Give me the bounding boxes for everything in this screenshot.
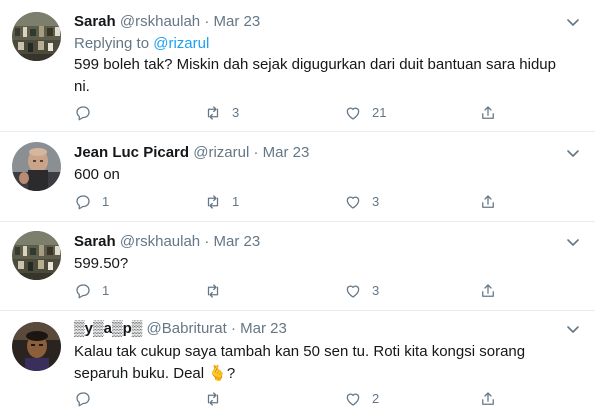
share-button[interactable] (479, 192, 497, 212)
handle[interactable]: @rskhaulah (120, 233, 200, 250)
like-button[interactable]: 3 (344, 281, 379, 301)
retweet-button[interactable]: 3 (204, 103, 239, 123)
action-bar: 2 (74, 389, 514, 409)
tweet-header: Sarah @rskhaulah · Mar 23 (74, 232, 260, 252)
more-options-chevron-icon[interactable] (565, 321, 581, 337)
reply-icon (76, 195, 90, 210)
heart-icon (346, 196, 360, 209)
tweet[interactable]: ▒y▒a▒p▒ @Babriturat · Mar 23 Kalau tak c… (0, 311, 595, 416)
replying-to: Replying to @rizarul (74, 34, 209, 54)
handle[interactable]: @rizarul (193, 144, 249, 161)
avatar[interactable] (12, 12, 61, 61)
retweet-icon (207, 106, 219, 120)
share-button[interactable] (479, 103, 497, 123)
reply-button[interactable] (74, 103, 102, 123)
share-icon (482, 195, 494, 208)
retweet-icon (207, 284, 219, 298)
display-name[interactable]: Sarah (74, 13, 116, 30)
retweet-count: 1 (232, 194, 240, 209)
action-bar: 1 1 3 (74, 192, 514, 212)
share-button[interactable] (479, 389, 497, 409)
reply-count: 1 (102, 283, 110, 298)
tweet[interactable]: Sarah @rskhaulah · Mar 23 599.50? 1 3 (0, 222, 595, 311)
timestamp[interactable]: Mar 23 (240, 320, 287, 337)
tweet-text: 600 on (74, 166, 120, 183)
heart-icon (346, 285, 360, 298)
tweet[interactable]: Jean Luc Picard @rizarul · Mar 23 600 on… (0, 132, 595, 222)
share-icon (482, 106, 494, 119)
retweet-button[interactable] (204, 281, 232, 301)
retweet-count: 3 (232, 105, 240, 120)
like-button[interactable]: 2 (344, 389, 379, 409)
like-count: 21 (372, 105, 387, 120)
like-button[interactable]: 3 (344, 192, 379, 212)
more-options-chevron-icon[interactable] (565, 14, 581, 30)
crowd-photo-avatar (12, 231, 61, 280)
like-count: 2 (372, 391, 380, 406)
tweet-header: ▒y▒a▒p▒ @Babriturat · Mar 23 (74, 319, 287, 339)
share-button[interactable] (479, 281, 497, 301)
reply-icon (76, 106, 90, 121)
separator: · (204, 233, 210, 250)
timestamp[interactable]: Mar 23 (263, 144, 310, 161)
tweet-text: 599.50? (74, 255, 129, 272)
crowd-photo-avatar (12, 12, 61, 61)
retweet-button[interactable]: 1 (204, 192, 239, 212)
reply-button[interactable]: 1 (74, 192, 109, 212)
more-options-chevron-icon[interactable] (565, 145, 581, 161)
reply-icon (76, 392, 90, 407)
avatar[interactable] (12, 322, 61, 371)
like-button[interactable]: 21 (344, 103, 386, 123)
reply-icon (76, 284, 90, 299)
action-bar: 3 21 (74, 103, 514, 123)
tweet-header: Sarah @rskhaulah · Mar 23 (74, 12, 260, 32)
reply-button[interactable] (74, 389, 102, 409)
reply-button[interactable]: 1 (74, 281, 109, 301)
timestamp[interactable]: Mar 23 (214, 13, 261, 30)
replying-to-link[interactable]: @rizarul (153, 35, 209, 52)
timestamp[interactable]: Mar 23 (214, 233, 261, 250)
share-icon (482, 284, 494, 297)
handle[interactable]: @Babriturat (147, 320, 227, 337)
action-bar: 1 3 (74, 281, 514, 301)
separator: · (204, 13, 210, 30)
bald-man-photo-avatar (12, 142, 61, 191)
separator: · (230, 320, 236, 337)
display-name[interactable]: Sarah (74, 233, 116, 250)
avatar[interactable] (12, 231, 61, 280)
display-name[interactable]: Jean Luc Picard (74, 144, 189, 161)
like-count: 3 (372, 194, 380, 209)
tweet-text: 599 boleh tak? Miskin dah sejak digugurk… (74, 56, 556, 95)
retweet-button[interactable] (204, 389, 232, 409)
separator: · (253, 144, 259, 161)
heart-icon (346, 107, 360, 120)
avatar[interactable] (12, 142, 61, 191)
like-count: 3 (372, 283, 380, 298)
retweet-icon (207, 195, 219, 209)
display-name[interactable]: ▒y▒a▒p▒ (74, 320, 142, 337)
heart-icon (346, 393, 360, 406)
replying-to-prefix: Replying to (74, 35, 150, 52)
tweet-header: Jean Luc Picard @rizarul · Mar 23 (74, 143, 309, 163)
share-icon (482, 392, 494, 405)
more-options-chevron-icon[interactable] (565, 234, 581, 250)
tweet[interactable]: Sarah @rskhaulah · Mar 23 Replying to @r… (0, 0, 595, 132)
reply-count: 1 (102, 194, 110, 209)
retweet-icon (207, 392, 219, 406)
person-photo-avatar (12, 322, 61, 371)
tweet-text: Kalau tak cukup saya tambah kan 50 sen t… (74, 343, 526, 382)
handle[interactable]: @rskhaulah (120, 13, 200, 30)
